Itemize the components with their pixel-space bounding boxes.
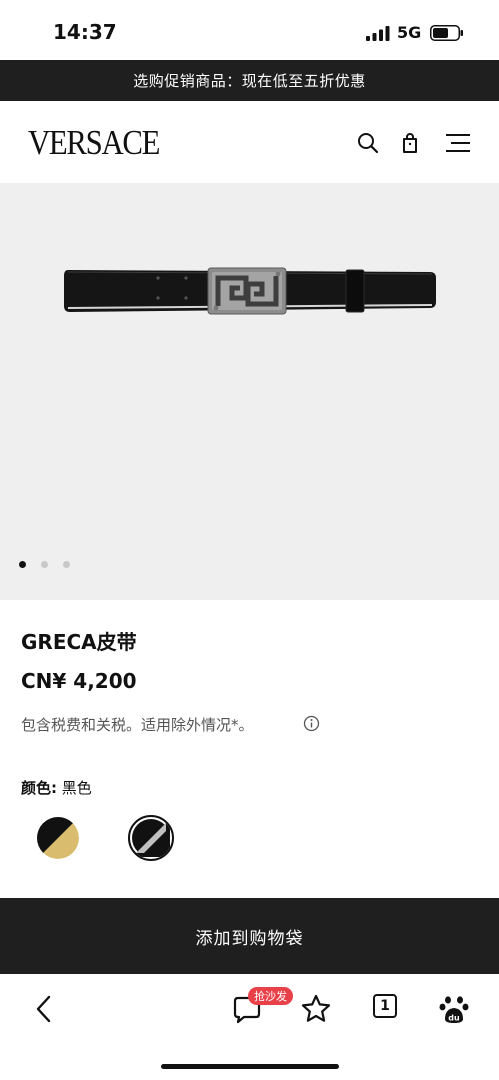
network-label: 5G: [397, 23, 422, 42]
product-title: GRECA皮带: [21, 630, 137, 654]
swatch-black-gold[interactable]: [37, 817, 79, 859]
home-indicator[interactable]: [161, 1064, 339, 1069]
swatch-black-silver[interactable]: [128, 815, 174, 861]
color-value: 黑色: [61, 779, 92, 797]
paw-icon[interactable]: du: [437, 992, 471, 1026]
gallery-dot-2[interactable]: [41, 561, 48, 568]
product-price: CN¥ 4,200: [21, 669, 137, 693]
promo-text[interactable]: 选购促销商品：现在低至五折优惠: [133, 70, 366, 91]
star-icon[interactable]: [299, 992, 333, 1026]
gallery-dot-1[interactable]: [19, 561, 26, 568]
color-selector-label: 颜色: 黑色: [21, 777, 92, 798]
shopping-bag-icon[interactable]: [398, 131, 422, 155]
back-arrow-icon[interactable]: [28, 992, 62, 1026]
status-bar: 14:37 5G: [0, 0, 499, 60]
gallery-pagination: [19, 561, 70, 568]
site-header: VERSACE: [0, 101, 499, 183]
comment-badge[interactable]: 抢沙发: [248, 987, 293, 1005]
info-icon[interactable]: [303, 715, 320, 732]
color-label: 颜色:: [21, 779, 57, 797]
tax-note: 包含税费和关税。适用除外情况*。: [21, 716, 254, 734]
signal-icon: [366, 26, 390, 41]
status-time: 14:37: [53, 20, 117, 44]
tabs-button[interactable]: 1: [373, 994, 397, 1018]
svg-text:du: du: [448, 1014, 460, 1023]
search-icon[interactable]: [356, 131, 380, 155]
swatch-black-gold-fill: [37, 817, 79, 859]
brand-logo[interactable]: VERSACE: [28, 123, 160, 163]
add-to-bag-label: 添加到购物袋: [195, 928, 304, 949]
gallery-dot-3[interactable]: [63, 561, 70, 568]
menu-icon[interactable]: [444, 131, 472, 155]
promo-banner[interactable]: 选购促销商品：现在低至五折优惠: [0, 60, 499, 101]
product-gallery[interactable]: [0, 183, 499, 600]
add-to-bag-button[interactable]: 添加到购物袋: [0, 898, 499, 974]
product-image-belt[interactable]: [60, 262, 440, 320]
swatch-black-silver-fill: [132, 819, 170, 857]
battery-icon: [430, 25, 463, 41]
